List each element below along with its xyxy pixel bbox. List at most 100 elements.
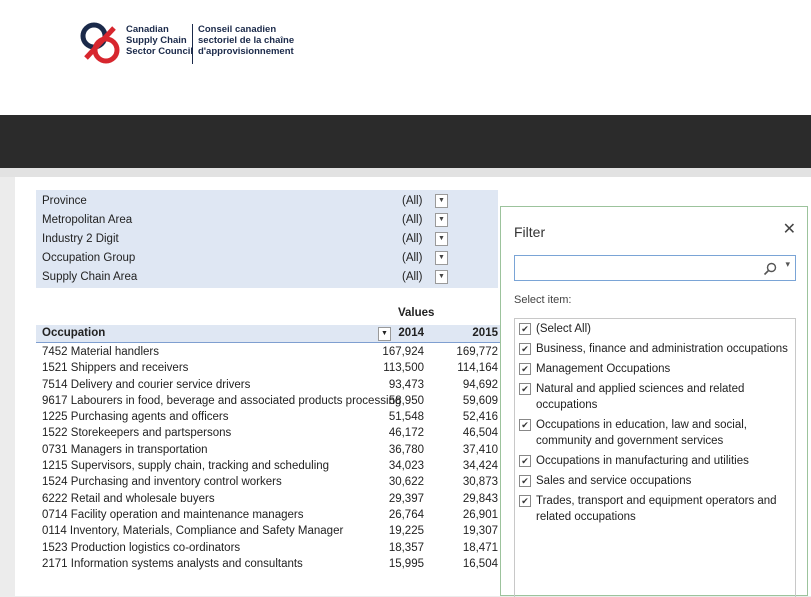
table-row[interactable]: 7452 Material handlers 167,924 169,772 bbox=[36, 344, 506, 360]
value-2014: 36,780 bbox=[388, 443, 424, 456]
checkbox-checked-icon[interactable]: ✔ bbox=[519, 323, 531, 335]
filter-item-label: Trades, transport and equipment operator… bbox=[536, 495, 777, 523]
table-row[interactable]: 1215 Supervisors, supply chain, tracking… bbox=[36, 458, 506, 474]
table-row[interactable]: 1521 Shippers and receivers 113,500 114,16… bbox=[36, 360, 506, 376]
dropdown-arrow-icon[interactable]: ▼ bbox=[435, 270, 448, 284]
close-icon[interactable]: ✕ bbox=[783, 219, 796, 239]
site-header: Canadian Supply Chain Sector Council Con… bbox=[0, 0, 811, 115]
value-2014: 93,473 bbox=[388, 378, 424, 391]
occupation-name: 6222 Retail and wholesale buyers bbox=[42, 492, 215, 505]
value-2015: 94,692 bbox=[462, 378, 498, 391]
filter-row-province: Province (All) ▼ bbox=[42, 193, 492, 209]
value-2014: 30,622 bbox=[388, 476, 424, 489]
occupation-name: 1524 Purchasing and inventory control wo… bbox=[42, 476, 282, 489]
filter-row-occupation-group: Occupation Group (All) ▼ bbox=[42, 250, 492, 266]
year-header-2014: 2014 bbox=[398, 327, 424, 339]
filter-label: Supply Chain Area bbox=[42, 271, 138, 283]
filter-item[interactable]: ✔ Occupations in education, law and socia… bbox=[515, 415, 795, 451]
search-icon[interactable] bbox=[763, 262, 777, 276]
table-row[interactable]: 2171 Information systems analysts and co… bbox=[36, 556, 506, 572]
checkbox-checked-icon[interactable]: ✔ bbox=[519, 455, 531, 467]
checkbox-checked-icon[interactable]: ✔ bbox=[519, 419, 531, 431]
table-row[interactable]: 1524 Purchasing and inventory control wo… bbox=[36, 474, 506, 490]
dropdown-arrow-icon[interactable]: ▼ bbox=[435, 251, 448, 265]
logo-fr-line: d'approvisionnement bbox=[198, 46, 294, 57]
checkbox-checked-icon[interactable]: ✔ bbox=[519, 495, 531, 507]
value-2015: 46,504 bbox=[462, 427, 498, 440]
logo-en-line: Supply Chain bbox=[126, 35, 187, 46]
occupation-name: 2171 Information systems analysts and co… bbox=[42, 557, 303, 570]
filter-item[interactable]: ✔ Sales and service occupations bbox=[515, 471, 795, 491]
table-row[interactable]: 9617 Labourers in food, beverage and ass… bbox=[36, 393, 506, 409]
table-row[interactable]: 1522 Storekeepers and partspersons 46,172… bbox=[36, 425, 506, 441]
filter-row-industry: Industry 2 Digit (All) ▼ bbox=[42, 231, 492, 247]
filter-search-input[interactable] bbox=[517, 258, 761, 280]
table-row[interactable]: 0114 Inventory, Materials, Compliance an… bbox=[36, 523, 506, 539]
filter-item[interactable]: ✔ Trades, transport and equipment operato… bbox=[515, 491, 795, 527]
occupation-name: 9617 Labourers in food, beverage and ass… bbox=[42, 394, 402, 407]
filter-search-box[interactable]: ▾ bbox=[514, 255, 796, 281]
table-row[interactable]: 0714 Facility operation and maintenance … bbox=[36, 507, 506, 523]
filter-item[interactable]: ✔ Business, finance and administration oc… bbox=[515, 339, 795, 359]
value-2014: 15,995 bbox=[388, 557, 424, 570]
filter-value: (All) bbox=[402, 233, 423, 245]
logo-en-line: Canadian bbox=[126, 24, 169, 35]
filter-item[interactable]: ✔ (Select All) bbox=[515, 319, 795, 339]
occupation-name: 7452 Material handlers bbox=[42, 346, 159, 358]
table-row[interactable]: 7514 Delivery and courier service driver… bbox=[36, 377, 506, 393]
table-row[interactable]: 6222 Retail and wholesale buyers 29,397 29… bbox=[36, 491, 506, 507]
table-row[interactable]: 0731 Managers in transportation 36,780 37,… bbox=[36, 442, 506, 458]
occupation-name: 1523 Production logistics co-ordinators bbox=[42, 541, 241, 554]
value-2014: 46,172 bbox=[388, 427, 424, 440]
value-2014: 51,548 bbox=[388, 411, 424, 424]
dropdown-arrow-icon[interactable]: ▼ bbox=[435, 232, 448, 246]
filter-pane-title: Filter bbox=[514, 224, 546, 240]
value-2015: 52,416 bbox=[462, 411, 498, 424]
value-2014: 113,500 bbox=[383, 362, 424, 375]
value-2015: 37,410 bbox=[462, 443, 498, 456]
occupation-filter-dropdown-icon[interactable]: ▼ bbox=[378, 327, 391, 341]
logo-fr-line: sectoriel de la chaîne bbox=[198, 35, 295, 46]
logo-fr-line: Conseil canadien bbox=[198, 24, 277, 35]
occupation-name: 0714 Facility operation and maintenance … bbox=[42, 508, 304, 521]
filter-item-label: Management Occupations bbox=[536, 363, 671, 375]
checkbox-checked-icon[interactable]: ✔ bbox=[519, 343, 531, 355]
filter-item-label: Sales and service occupations bbox=[536, 475, 692, 487]
checkbox-checked-icon[interactable]: ✔ bbox=[519, 475, 531, 487]
filter-item-label: Natural and applied sciences and related… bbox=[536, 383, 745, 411]
filter-item-label: (Select All) bbox=[536, 323, 591, 335]
filter-label: Industry 2 Digit bbox=[42, 233, 119, 245]
table-row[interactable]: 1523 Production logistics co-ordinators 1… bbox=[36, 540, 506, 556]
dropdown-arrow-icon[interactable]: ▼ bbox=[435, 213, 448, 227]
filter-item[interactable]: ✔ Occupations in manufacturing and utilit… bbox=[515, 451, 795, 471]
filter-value: (All) bbox=[402, 252, 423, 264]
value-2014: 26,764 bbox=[388, 508, 424, 521]
value-2014: 29,397 bbox=[388, 492, 424, 505]
filter-value: (All) bbox=[402, 214, 423, 226]
filter-item-label: Occupations in education, law and social… bbox=[536, 419, 747, 447]
filter-label: Occupation Group bbox=[42, 252, 136, 264]
value-2015: 26,901 bbox=[462, 508, 498, 521]
filter-pane: Filter ✕ ▾ Select item: ✔ (Select All) ✔ Bu… bbox=[500, 206, 808, 597]
filter-item[interactable]: ✔ Management Occupations bbox=[515, 359, 795, 379]
year-header-2015: 2015 bbox=[472, 327, 498, 339]
value-2015: 30,873 bbox=[462, 476, 498, 489]
filter-item-label: Occupations in manufacturing and utiliti… bbox=[536, 455, 749, 467]
value-2014: 19,225 bbox=[388, 525, 424, 538]
filter-item-list: ✔ (Select All) ✔ Business, finance and admi… bbox=[514, 318, 796, 597]
table-row[interactable]: 1225 Purchasing agents and officers 51,54… bbox=[36, 409, 506, 425]
pivot-header-row: Occupation ▼ 2014 2015 bbox=[36, 325, 506, 343]
logo-divider bbox=[192, 24, 193, 64]
dropdown-arrow-icon[interactable]: ▼ bbox=[435, 194, 448, 208]
checkbox-checked-icon[interactable]: ✔ bbox=[519, 383, 531, 395]
value-2015: 18,471 bbox=[462, 541, 498, 554]
value-2014: 58,950 bbox=[388, 394, 424, 407]
separator-band bbox=[0, 168, 811, 177]
filter-item[interactable]: ✔ Natural and applied sciences and relate… bbox=[515, 379, 795, 415]
logo-text-french: Conseil canadien sectoriel de la chaîne … bbox=[198, 24, 294, 57]
pivot-rows: 7452 Material handlers 167,924 169,772 1521… bbox=[36, 344, 506, 572]
checkbox-checked-icon[interactable]: ✔ bbox=[519, 363, 531, 375]
filter-item-label: Business, finance and administration occ… bbox=[536, 343, 788, 355]
occupation-name: 1225 Purchasing agents and officers bbox=[42, 411, 229, 424]
search-options-chevron-icon[interactable]: ▾ bbox=[785, 259, 790, 270]
